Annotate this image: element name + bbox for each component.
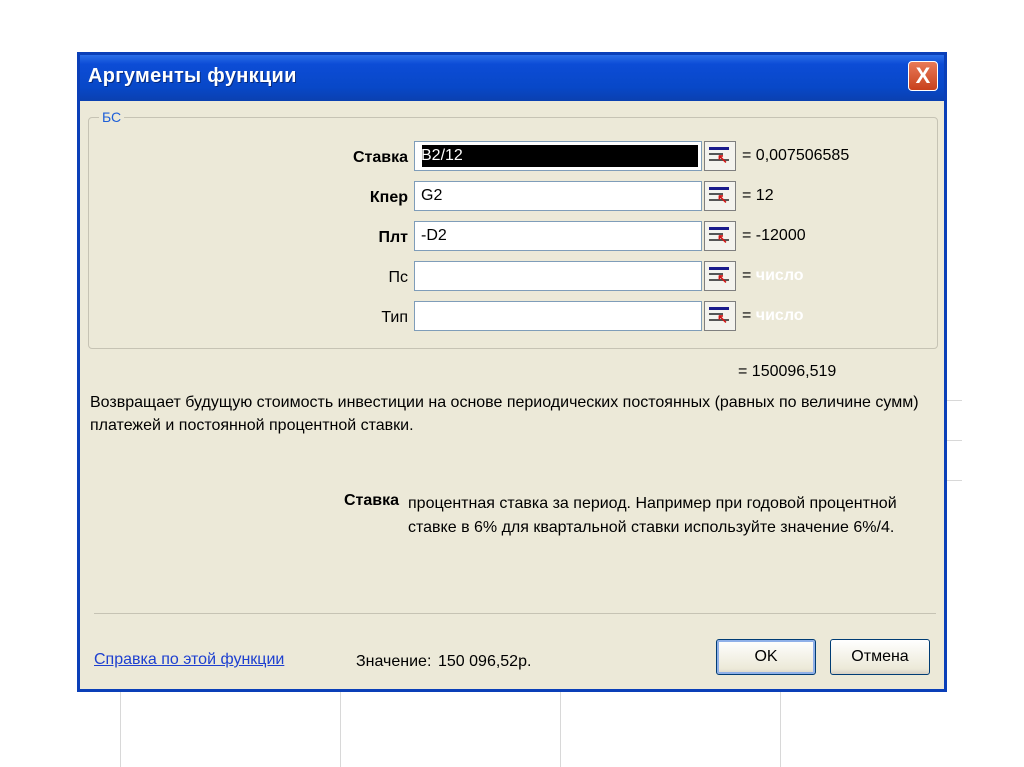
- value-display: 150 096,52р.: [438, 653, 532, 670]
- help-link[interactable]: Справка по этой функции: [94, 651, 284, 669]
- arg-help-text: процентная ставка за период. Например пр…: [408, 495, 897, 536]
- type-result-placeholder: число: [755, 307, 804, 324]
- pv-result-placeholder: число: [755, 267, 804, 284]
- pmt-input-value: -D2: [421, 227, 447, 244]
- nper-input-value: G2: [421, 187, 443, 204]
- function-name-label: БС: [99, 109, 125, 125]
- formula-result: = 150096,519: [738, 363, 837, 380]
- arg-label-pmt: Плт: [378, 229, 409, 246]
- arg-help-label: Ставка: [344, 492, 400, 509]
- pmt-result: = -12000: [742, 227, 806, 244]
- arg-label-pv: Пс: [388, 269, 409, 286]
- type-collapse-button[interactable]: ↖: [704, 301, 736, 331]
- type-result: = число: [742, 307, 804, 325]
- pv-result-prefix: =: [742, 267, 752, 284]
- pv-input[interactable]: [414, 261, 702, 291]
- arg-label-type: Тип: [381, 309, 408, 326]
- function-description: Возвращает будущую стоимость инвестиции …: [90, 394, 919, 434]
- type-result-prefix: =: [742, 307, 752, 324]
- cancel-button[interactable]: Отмена: [830, 639, 930, 675]
- value-label: Значение:: [356, 653, 432, 670]
- nper-result: = 12: [742, 187, 774, 204]
- ok-button[interactable]: OK: [716, 639, 816, 675]
- pmt-input[interactable]: -D2: [414, 221, 702, 251]
- close-icon: X: [915, 63, 931, 88]
- rate-input-value: B2/12: [421, 147, 463, 164]
- nper-input[interactable]: G2: [414, 181, 702, 211]
- footer-divider: [94, 613, 936, 614]
- dialog-title: Аргументы функции: [88, 65, 297, 87]
- type-input[interactable]: [414, 301, 702, 331]
- arg-label-rate: Ставка: [352, 149, 408, 166]
- pv-collapse-button[interactable]: ↖: [704, 261, 736, 291]
- title-bar[interactable]: Аргументы функции X: [80, 55, 944, 101]
- arg-label-nper: Кпер: [369, 189, 408, 206]
- rate-collapse-button[interactable]: ↖: [704, 141, 736, 171]
- function-arguments-dialog: Аргументы функции X БС Ставка B2/12 ↖ = …: [77, 52, 947, 692]
- rate-input[interactable]: B2/12: [414, 141, 702, 171]
- selection-highlight: [422, 145, 698, 167]
- rate-result: = 0,007506585: [742, 147, 850, 164]
- pv-result: = число: [742, 267, 804, 285]
- pmt-collapse-button[interactable]: ↖: [704, 221, 736, 251]
- nper-collapse-button[interactable]: ↖: [704, 181, 736, 211]
- close-button[interactable]: X: [908, 61, 938, 91]
